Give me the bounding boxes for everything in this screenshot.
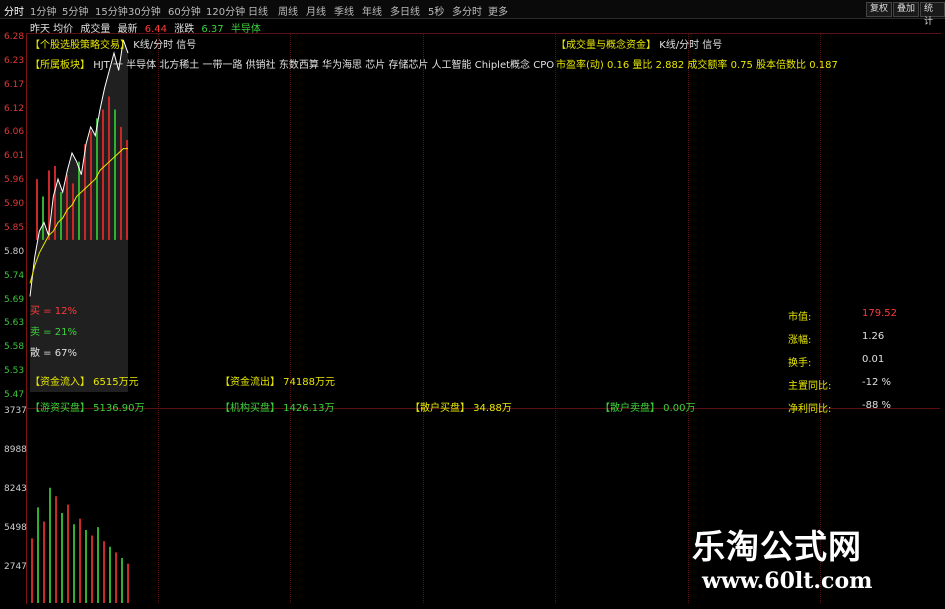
order-item: 【散户买盘】 34.88万 xyxy=(410,403,512,414)
strategy-title-text: 【个股选股策略交易】 xyxy=(30,40,130,51)
signal-bar xyxy=(114,109,116,240)
signal-bar xyxy=(90,131,92,240)
ratio-item: 散 = 67% xyxy=(30,348,77,359)
signal-bar xyxy=(72,183,74,240)
signal-bar xyxy=(66,174,68,240)
strategy-title: 【个股选股策略交易】 K线/分时 信号 xyxy=(30,36,196,51)
ratio-item: 买 = 12% xyxy=(30,306,77,317)
order-item: 【游资买盘】 5136.90万 xyxy=(30,403,145,414)
strategy-note: K线/分时 信号 xyxy=(133,40,197,51)
volume-bar xyxy=(91,535,93,603)
price-tick: 6.01 xyxy=(4,151,25,162)
signal-bar xyxy=(126,139,128,240)
volume-bar xyxy=(103,541,105,603)
volume-tick: 2747 xyxy=(4,562,27,572)
volume-tick: 3737 xyxy=(4,406,27,416)
price-tick: 5.53 xyxy=(4,366,25,377)
price-tick: 5.96 xyxy=(4,175,25,186)
price-tick: 5.58 xyxy=(4,342,25,353)
capital-note: K线/分时 信号 xyxy=(659,40,723,51)
stat-value: 179.52 xyxy=(862,308,897,319)
factor-text: 市盈率(动) 0.16 量比 2.882 成交额率 0.75 股本倍数比 0.1… xyxy=(556,60,838,71)
signal-bar xyxy=(36,179,38,240)
price-tick: 5.74 xyxy=(4,270,25,281)
signal-bar xyxy=(108,96,110,240)
volume-bar xyxy=(79,518,81,603)
volume-bar xyxy=(43,521,45,603)
volume-tick: 8243 xyxy=(4,484,27,494)
price-tick: 5.69 xyxy=(4,294,25,305)
price-tick: 5.85 xyxy=(4,222,25,233)
volume-bar xyxy=(73,524,75,603)
order-item: 【散户卖盘】 0.00万 xyxy=(600,403,696,414)
volume-bar xyxy=(67,504,69,603)
signal-bar xyxy=(78,161,80,240)
signal-bar xyxy=(42,196,44,240)
volume-bar xyxy=(61,513,63,603)
concept-label: 【所属板块】 xyxy=(30,60,90,71)
price-tick: 6.17 xyxy=(4,79,25,90)
volume-bar xyxy=(37,507,39,603)
signal-bar xyxy=(96,118,98,240)
price-tick: 6.06 xyxy=(4,127,25,138)
ratio-item: 卖 = 21% xyxy=(30,327,77,338)
concept-text: HJT 一 半导体 北方稀土 一带一路 供销社 东数西算 华为海思 芯片 存储芯… xyxy=(93,60,555,71)
volume-bar xyxy=(109,546,111,603)
price-tick: 5.90 xyxy=(4,199,25,210)
stat-value: -12 % xyxy=(862,377,892,388)
price-tick: 6.28 xyxy=(4,32,25,42)
price-tick: 5.63 xyxy=(4,318,25,329)
stat-label: 换手: xyxy=(788,358,812,369)
volume-bar xyxy=(31,538,33,603)
volume-bar xyxy=(127,563,129,603)
signal-bar xyxy=(120,126,122,240)
signal-bar xyxy=(60,192,62,240)
volume-bar xyxy=(97,527,99,603)
price-tick: 6.23 xyxy=(4,55,25,66)
concept-row: 【所属板块】 HJT 一 半导体 北方稀土 一带一路 供销社 东数西算 华为海思… xyxy=(30,56,554,71)
factor-row: 市盈率(动) 0.16 量比 2.882 成交额率 0.75 股本倍数比 0.1… xyxy=(556,56,838,71)
capital-title: 【成交量与概念资金】 K线/分时 信号 xyxy=(556,36,722,51)
signal-bar xyxy=(102,109,104,240)
volume-bar xyxy=(121,558,123,603)
volume-tick: 5498 xyxy=(4,523,27,533)
site-watermark: 乐淘公式网 www.60lt.com xyxy=(692,520,932,602)
stat-label: 净利同比: xyxy=(788,404,832,415)
watermark-cn: 乐淘公式网 xyxy=(692,527,862,566)
intraday-chart xyxy=(29,39,129,603)
volume-bar xyxy=(85,529,87,603)
stat-label: 市值: xyxy=(788,312,812,323)
stat-value: 0.01 xyxy=(862,354,885,365)
stat-value: -88 % xyxy=(862,400,892,411)
order-item: 【资金流入】 6515万元 xyxy=(30,377,139,388)
volume-bar xyxy=(49,487,51,603)
capital-title-text: 【成交量与概念资金】 xyxy=(556,40,656,51)
price-tick: 6.12 xyxy=(4,103,25,114)
stat-label: 主置同比: xyxy=(788,381,832,392)
volume-bar xyxy=(55,496,57,603)
watermark-url: www.60lt.com xyxy=(702,568,873,594)
price-tick: 5.80 xyxy=(4,246,25,257)
volume-tick: 8988 xyxy=(4,445,27,455)
stat-label: 涨幅: xyxy=(788,335,812,346)
price-tick: 5.47 xyxy=(4,390,25,400)
volume-bar xyxy=(115,552,117,603)
order-item: 【资金流出】 74188万元 xyxy=(220,377,335,388)
stat-value: 1.26 xyxy=(862,331,885,342)
order-item: 【机构买盘】 1426.13万 xyxy=(220,403,335,414)
